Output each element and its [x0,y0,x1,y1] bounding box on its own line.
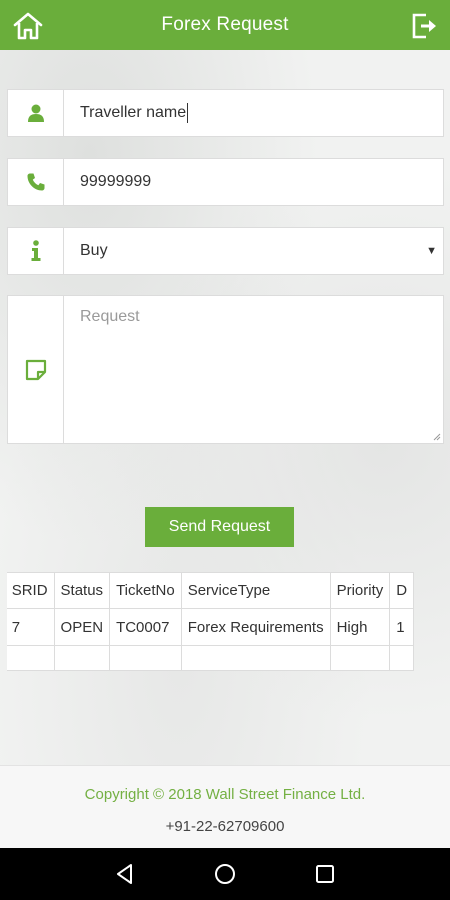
phone-field[interactable]: 99999999 [7,158,444,206]
home-button[interactable] [10,10,46,42]
recents-button[interactable] [310,859,340,889]
contact-phone[interactable]: +91-22-62709600 [0,818,450,835]
user-icon [8,90,64,136]
request-type-selected: Buy [80,242,108,259]
traveller-name-input[interactable]: Traveller name [64,90,443,136]
system-navigation-bar [0,848,450,900]
column-header-ticketno: TicketNo [109,572,182,609]
table-cell: High [329,608,391,646]
dropdown-arrow-icon[interactable]: ▼ [426,245,437,257]
table-header-row: on SRID Status TicketNo ServiceType Prio… [7,572,415,609]
note-icon [8,296,64,443]
requests-table-container[interactable]: on SRID Status TicketNo ServiceType Prio… [7,572,450,672]
app-header: Forex Request [0,0,450,50]
home-nav-button[interactable] [210,859,240,889]
copyright-text: Copyright © 2018 Wall Street Finance Ltd… [84,786,366,803]
logout-icon [412,13,436,39]
request-placeholder: Request [80,308,140,325]
recents-icon [316,865,334,883]
back-icon [117,864,132,884]
phone-input[interactable]: 99999999 [64,159,443,205]
home-icon [13,12,43,40]
column-header-priority: Priority [329,572,391,609]
traveller-name-field[interactable]: Traveller name [7,89,444,137]
traveller-name-value: Traveller name [80,104,187,121]
phone-icon [8,159,64,205]
table-empty-row [7,645,415,671]
logout-button[interactable] [406,10,442,42]
column-header-d: D [389,572,415,609]
info-icon [8,228,64,274]
page-title: Forex Request [161,14,289,35]
text-cursor [187,103,189,123]
table-cell: Forex Requirements [180,608,331,646]
table-cell: OPEN [53,608,111,646]
home-circle-icon [215,864,235,884]
table-cell: 1 [389,608,415,646]
request-type-field[interactable]: Buy ▼ [7,227,444,275]
resize-grip-icon[interactable] [433,433,441,441]
send-request-button[interactable]: Send Request [145,507,294,547]
table-cell: 7 [7,608,55,646]
back-button[interactable] [110,859,140,889]
request-type-select[interactable]: Buy [64,228,443,274]
column-header-servicetype: ServiceType [180,572,331,609]
request-field[interactable]: Request [7,295,444,444]
table-row[interactable]: on 7 OPEN TC0007 Forex Requirements High… [7,608,415,646]
column-header-status: Status [53,572,111,609]
column-header-srid: SRID [7,572,55,609]
footer: Copyright © 2018 Wall Street Finance Ltd… [0,765,450,848]
requests-table: on SRID Status TicketNo ServiceType Prio… [7,572,415,671]
table-cell: TC0007 [109,608,182,646]
